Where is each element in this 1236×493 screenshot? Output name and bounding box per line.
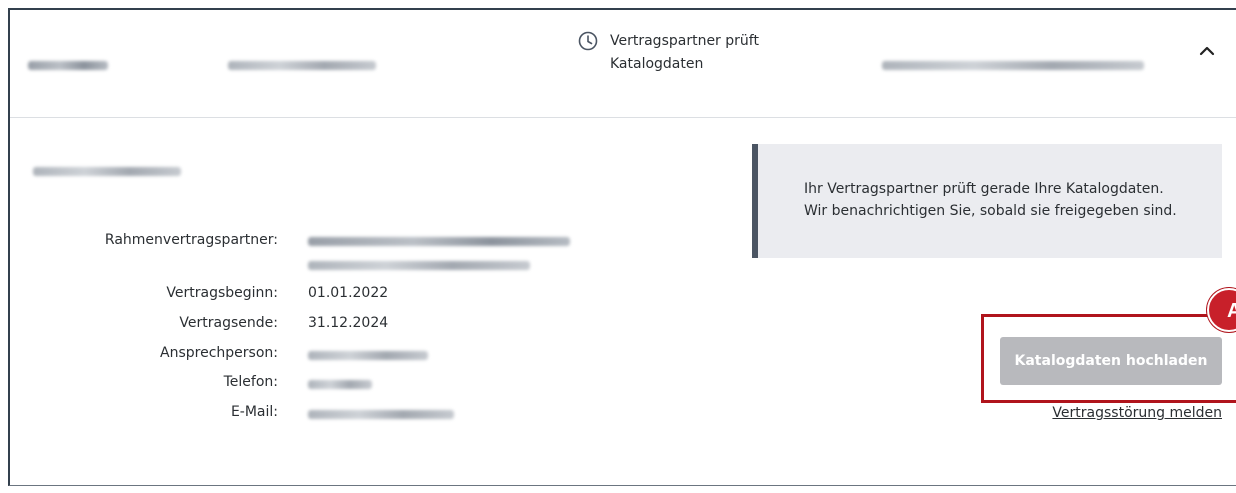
- info-text: Ihr Vertragspartner prüft gerade Ihre Ka…: [804, 178, 1177, 222]
- contract-name-redacted: [228, 61, 376, 70]
- email-value-redacted: [308, 410, 454, 419]
- partner-name-redacted: [882, 61, 1144, 70]
- clock-icon: [578, 31, 598, 51]
- upload-catalog-button[interactable]: Katalogdaten hochladen: [1000, 337, 1222, 385]
- partner-value-redacted: [308, 237, 570, 246]
- contact-value-redacted: [308, 351, 428, 360]
- label-phone: Telefon:: [223, 374, 278, 390]
- info-line-1: Ihr Vertragspartner prüft gerade Ihre Ka…: [804, 181, 1164, 197]
- phone-value-redacted: [308, 380, 372, 389]
- value-end: 31.12.2024: [308, 315, 389, 331]
- value-start: 01.01.2022: [308, 285, 389, 301]
- contract-status: Vertragspartner prüft Katalogdaten: [578, 30, 800, 76]
- report-contract-issue-link[interactable]: Vertragsstörung melden: [1052, 405, 1222, 421]
- section-title-redacted: [33, 167, 181, 176]
- chevron-up-icon[interactable]: [1197, 43, 1217, 57]
- contract-id-redacted: [28, 61, 108, 70]
- label-email: E-Mail:: [230, 404, 278, 420]
- info-line-2: Wir benachrichtigen Sie, sobald sie frei…: [804, 203, 1177, 219]
- label-contact: Ansprechperson:: [160, 345, 278, 361]
- label-end: Vertragsende:: [179, 315, 278, 331]
- partner-address-redacted: [308, 261, 530, 270]
- label-partner: Rahmenvertragspartner:: [104, 232, 278, 248]
- status-text: Vertragspartner prüft Katalogdaten: [610, 33, 759, 72]
- info-notice: Ihr Vertragspartner prüft gerade Ihre Ka…: [752, 144, 1222, 258]
- label-start: Vertragsbeginn:: [166, 285, 278, 301]
